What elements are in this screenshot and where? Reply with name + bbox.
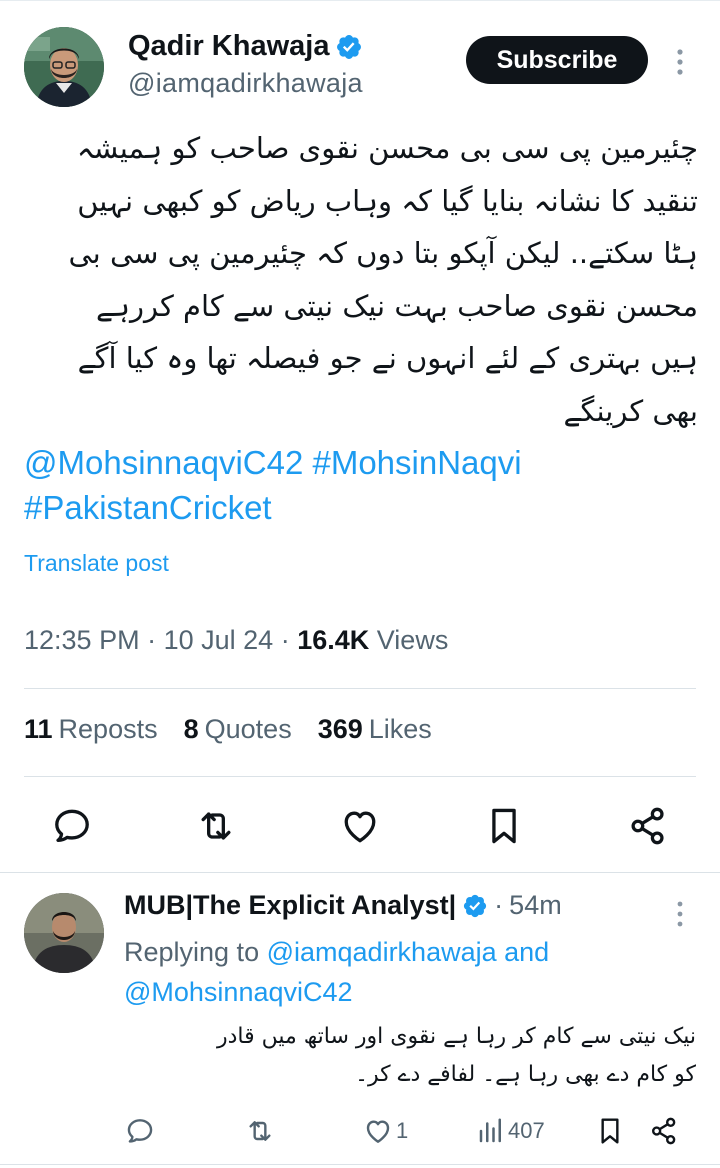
tweet-body-line: چئیرمین پی سی بی محسن نقوی صاحب کو ہمیشہ (76, 131, 698, 165)
author-name[interactable]: Qadir Khawaja (128, 30, 329, 63)
author-avatar[interactable] (24, 27, 104, 107)
reposts-count: 11 (24, 714, 53, 744)
tweet-time[interactable]: 12:35 PM (24, 625, 140, 655)
top-border (0, 0, 720, 4)
share-action[interactable] (648, 1114, 680, 1148)
tweet-body-line: بھی کرینگے (563, 393, 698, 428)
likes-label: Likes (368, 714, 432, 744)
meta-separator: · (280, 625, 298, 655)
tweet-actions (0, 804, 720, 848)
divider (24, 688, 696, 689)
more-vertical-icon[interactable] (668, 896, 692, 932)
divider (24, 776, 696, 777)
reply-views-count: 407 (508, 1118, 545, 1143)
reply-body: نیک نیتی سے کام کر رہا ہے نقوی اور ساتھ … (124, 1018, 696, 1094)
translate-post-link[interactable]: Translate post (24, 550, 169, 577)
mention-link[interactable]: @iamqadirkhawaja (267, 937, 497, 967)
tweet-meta: 12:35 PM · 10 Jul 24 · 16.4K Views (24, 625, 448, 656)
reposts-label: Reposts (58, 714, 158, 744)
reply-icon[interactable] (124, 1115, 156, 1147)
bookmark-icon[interactable] (482, 804, 526, 848)
views-label: Views (376, 625, 449, 655)
verified-badge-icon (464, 894, 487, 917)
reply-author-name[interactable]: MUB|The Explicit Analyst| (124, 890, 456, 921)
repost-action[interactable] (244, 1114, 276, 1148)
replying-prefix: Replying to (124, 937, 260, 967)
tweet-body-line: محسن نقوی صاحب بہت نیک نیتی سے کام کررہے (96, 288, 698, 323)
reply-body-line: کو کام دے بھی رہا ہے۔ لفافے دے کر۔ (355, 1062, 696, 1087)
replying-and: and (504, 937, 550, 967)
tweet-body-line: ہٹا سکتے.. لیکن آپکو بتا دوں کہ چئیرمین … (68, 236, 698, 270)
reply-actions: 1 407 (0, 1114, 720, 1148)
likes-count: 369 (317, 714, 363, 744)
replying-to: Replying to @iamqadirkhawaja and @Mohsin… (124, 932, 684, 1012)
subscribe-button[interactable]: Subscribe (466, 36, 648, 84)
hashtag-link[interactable]: #MohsinNaqvi (312, 444, 521, 481)
thread-separator (0, 872, 720, 873)
like-icon[interactable] (362, 1115, 394, 1147)
reply-header: MUB|The Explicit Analyst| · 54m (124, 890, 562, 921)
author-name-row[interactable]: Qadir Khawaja (128, 30, 363, 63)
share-icon[interactable] (648, 1115, 680, 1147)
views-action[interactable]: 407 (476, 1114, 545, 1148)
bookmark-icon[interactable] (594, 1115, 626, 1147)
reply-time[interactable]: 54m (509, 890, 562, 921)
quotes-stat[interactable]: 8 Quotes (184, 714, 292, 745)
like-action[interactable]: 1 (362, 1114, 408, 1148)
tweet-date[interactable]: 10 Jul 24 (164, 625, 274, 655)
like-icon[interactable] (338, 804, 382, 848)
bookmark-action[interactable] (594, 1114, 626, 1148)
engagement-stats: 11 Reposts 8 Quotes 369 Likes (24, 714, 432, 745)
reply-dot: · (494, 890, 504, 920)
reply-icon[interactable] (50, 804, 94, 848)
author-handle[interactable]: @iamqadirkhawaja (128, 68, 363, 99)
meta-separator: · (147, 625, 164, 655)
quotes-label: Quotes (204, 714, 292, 744)
tweet-body-line: ہیں بہتری کے لئے انہوں نے جو فیصلہ تھا و… (77, 341, 698, 375)
repost-icon[interactable] (194, 804, 238, 848)
quotes-count: 8 (183, 714, 199, 744)
share-icon[interactable] (626, 804, 670, 848)
views-icon[interactable] (476, 1116, 506, 1146)
reply-author-avatar[interactable] (24, 893, 104, 973)
more-vertical-icon[interactable] (668, 44, 692, 80)
reposts-stat[interactable]: 11 Reposts (24, 714, 158, 745)
tweet-body: چئیرمین پی سی بی محسن نقوی صاحب کو ہمیشہ… (22, 122, 698, 437)
likes-stat[interactable]: 369 Likes (318, 714, 432, 745)
repost-icon[interactable] (244, 1115, 276, 1147)
views-count: 16.4K (297, 625, 370, 655)
hashtag-link[interactable]: #PakistanCricket (24, 489, 272, 526)
tweet-body-line: تنقید کا نشانہ بنایا گیا کہ وہاب ریاض کو… (77, 183, 698, 218)
verified-badge-icon (337, 34, 362, 59)
tweet-hashtags: @MohsinnaqviC42 #MohsinNaqvi #PakistanCr… (24, 440, 664, 530)
reply-action[interactable] (124, 1114, 156, 1148)
reply-body-line: نیک نیتی سے کام کر رہا ہے نقوی اور ساتھ … (216, 1024, 696, 1049)
mention-link[interactable]: @MohsinnaqviC42 (24, 444, 303, 481)
mention-link[interactable]: @MohsinnaqviC42 (124, 977, 353, 1007)
bottom-separator (0, 1164, 720, 1165)
reply-likes-count: 1 (396, 1118, 409, 1143)
